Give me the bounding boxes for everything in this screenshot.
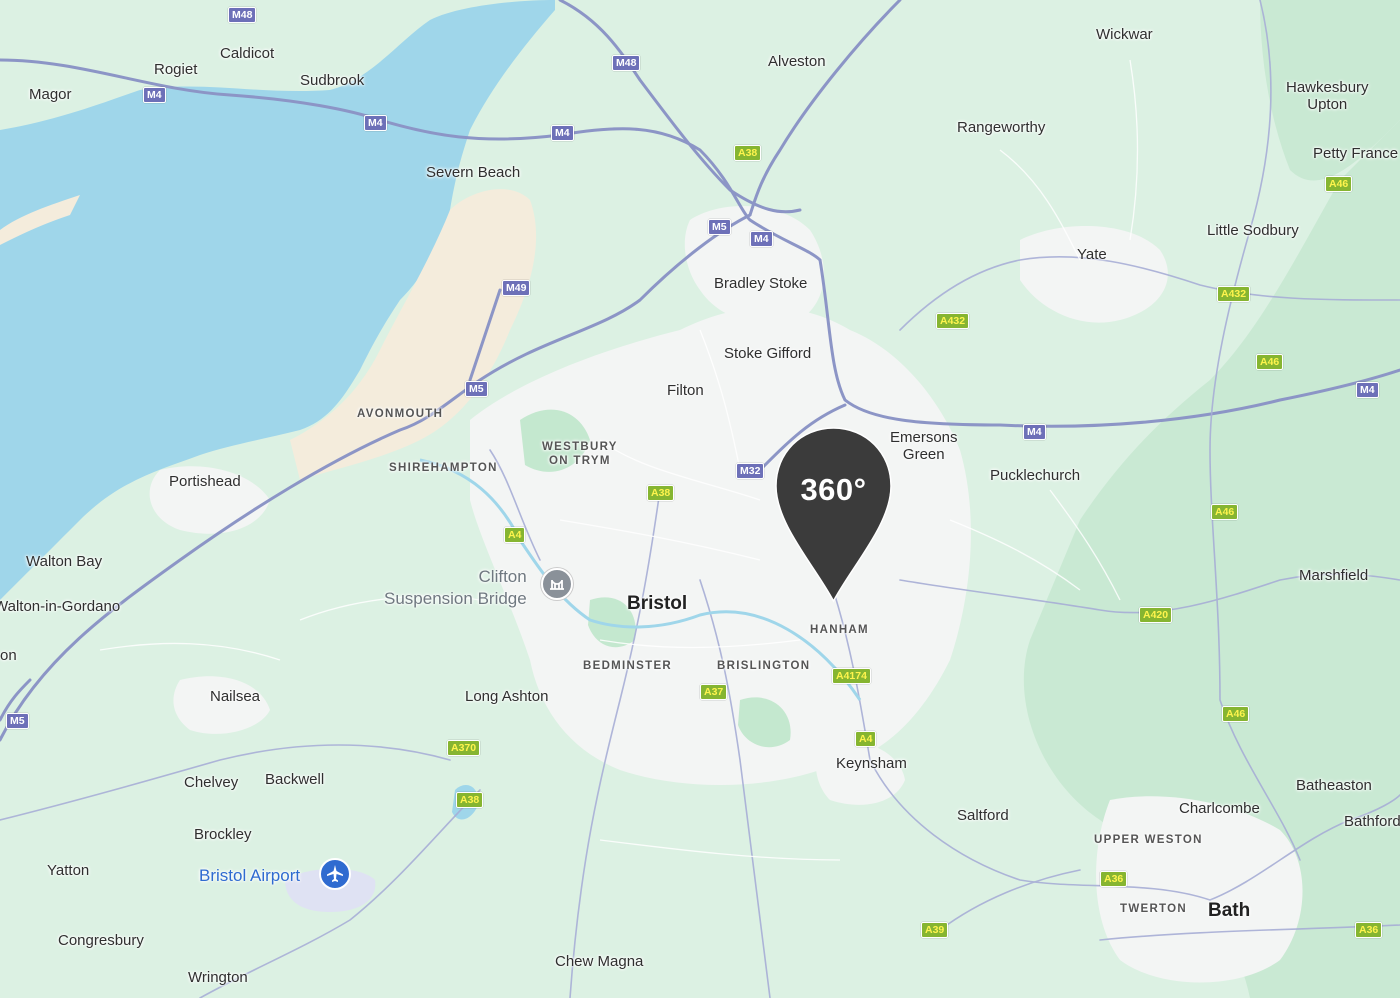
road-shield-m4: M4 xyxy=(551,125,574,141)
road-shield-m4: M4 xyxy=(1356,382,1379,398)
place-label-saltford: Saltford xyxy=(957,807,1009,824)
district-label-westbury-on-trym: WESTBURY ON TRYM xyxy=(542,441,618,467)
place-label-caldicot: Caldicot xyxy=(220,45,275,62)
road-shield-a46: A46 xyxy=(1211,504,1239,520)
district-label-twerton: TWERTON xyxy=(1120,903,1188,915)
road-shield-a4: A4 xyxy=(504,527,526,543)
map-pin-icon xyxy=(775,427,892,603)
place-label-petty-france: Petty France xyxy=(1313,145,1399,162)
place-label-stoke-gifford: Stoke Gifford xyxy=(724,345,812,362)
place-label-bradley-stoke: Bradley Stoke xyxy=(714,275,808,292)
place-label-batheaston: Batheaston xyxy=(1296,777,1372,794)
place-label-hawkesbury-upton: Hawkesbury Upton xyxy=(1286,79,1369,113)
road-shield-m32: M32 xyxy=(736,463,765,479)
place-label-yatton: Yatton xyxy=(47,862,90,879)
road-shield-a46: A46 xyxy=(1222,706,1250,722)
road-shield-m4: M4 xyxy=(143,87,166,103)
road-shield-a4: A4 xyxy=(855,731,877,747)
road-shield-m5: M5 xyxy=(465,381,488,397)
road-shield-m4: M4 xyxy=(750,231,773,247)
360-view-pin[interactable]: 360° xyxy=(775,426,892,604)
road-shield-m49: M49 xyxy=(502,280,531,296)
road-shield-a38: A38 xyxy=(734,145,762,161)
district-label-bedminster: BEDMINSTER xyxy=(583,660,673,672)
place-label-severn-beach: Severn Beach xyxy=(426,164,521,181)
place-label-alveston: Alveston xyxy=(768,53,826,70)
road-shield-a46: A46 xyxy=(1325,176,1353,192)
road-shield-a39: A39 xyxy=(921,922,949,938)
airplane-icon[interactable] xyxy=(319,858,351,890)
place-label-walton-in-gordano: Walton-in-Gordano xyxy=(0,598,121,615)
place-label-sudbrook: Sudbrook xyxy=(300,72,365,89)
place-label-bath: Bath xyxy=(1208,900,1251,921)
poi-label-clifton-suspension-bridge[interactable]: Clifton Suspension Bridge xyxy=(384,566,527,610)
map-base-layer xyxy=(0,0,1400,998)
place-label-wrington: Wrington xyxy=(188,969,248,986)
road-shield-a46: A46 xyxy=(1256,354,1284,370)
road-shield-a370: A370 xyxy=(447,740,481,756)
district-label-hanham: HANHAM xyxy=(810,624,869,636)
place-label-chew-magna: Chew Magna xyxy=(555,953,644,970)
place-label-rogiet: Rogiet xyxy=(154,61,198,78)
place-label-emersons-green: Emersons Green xyxy=(890,429,958,463)
district-label-avonmouth: AVONMOUTH xyxy=(357,408,444,420)
road-shield-a36: A36 xyxy=(1100,871,1128,887)
place-label-long-ashton: Long Ashton xyxy=(465,688,549,705)
road-shield-a4174: A4174 xyxy=(832,668,871,684)
place-label-little-sodbury: Little Sodbury xyxy=(1207,222,1299,239)
poi-label-bristol-airport[interactable]: Bristol Airport xyxy=(199,867,300,884)
place-label-walton-bay: Walton Bay xyxy=(26,553,103,570)
road-shield-m48: M48 xyxy=(612,55,641,71)
place-label-magor: Magor xyxy=(29,86,72,103)
place-label-keynsham: Keynsham xyxy=(836,755,907,772)
360-pin-label: 360° xyxy=(800,472,867,507)
road-shield-a432: A432 xyxy=(1217,286,1251,302)
road-shield-a420: A420 xyxy=(1139,607,1173,623)
district-label-brislington: BRISLINGTON xyxy=(717,660,811,672)
place-label-wickwar: Wickwar xyxy=(1096,26,1153,43)
place-label-marshfield: Marshfield xyxy=(1299,567,1369,584)
place-label-backwell: Backwell xyxy=(265,771,325,788)
district-label-shirehampton: SHIREHAMPTON xyxy=(389,462,498,474)
road-shield-m5: M5 xyxy=(708,219,731,235)
road-shield-a38: A38 xyxy=(456,792,484,808)
road-shield-m4: M4 xyxy=(364,115,387,131)
place-label-filton: Filton xyxy=(667,382,704,399)
place-label-portishead: Portishead xyxy=(169,473,241,490)
road-shield-a37: A37 xyxy=(700,684,728,700)
bridge-icon[interactable] xyxy=(541,568,573,600)
place-label-nailsea: Nailsea xyxy=(210,688,261,705)
place-label-pucklechurch: Pucklechurch xyxy=(990,467,1081,484)
road-shield-a36: A36 xyxy=(1355,922,1383,938)
road-shield-a432: A432 xyxy=(936,313,970,329)
road-shield-m5: M5 xyxy=(6,713,29,729)
place-label-bathford: Bathford xyxy=(1344,813,1400,830)
place-label-chelvey: Chelvey xyxy=(184,774,239,791)
place-label-congresbury: Congresbury xyxy=(58,932,144,949)
district-label-upper-weston: UPPER WESTON xyxy=(1094,834,1203,846)
road-shield-m4: M4 xyxy=(1023,424,1046,440)
place-label-brockley: Brockley xyxy=(194,826,252,843)
map-canvas[interactable]: Magor Rogiet Caldicot Sudbrook Alveston … xyxy=(0,0,1400,998)
place-label-rangeworthy: Rangeworthy xyxy=(957,119,1046,136)
place-label-on: on xyxy=(0,647,17,664)
place-label-yate: Yate xyxy=(1077,246,1107,263)
road-shield-a38: A38 xyxy=(647,485,675,501)
place-label-charlcombe: Charlcombe xyxy=(1179,800,1260,817)
road-shield-m48: M48 xyxy=(228,7,257,23)
place-label-bristol: Bristol xyxy=(627,593,688,614)
